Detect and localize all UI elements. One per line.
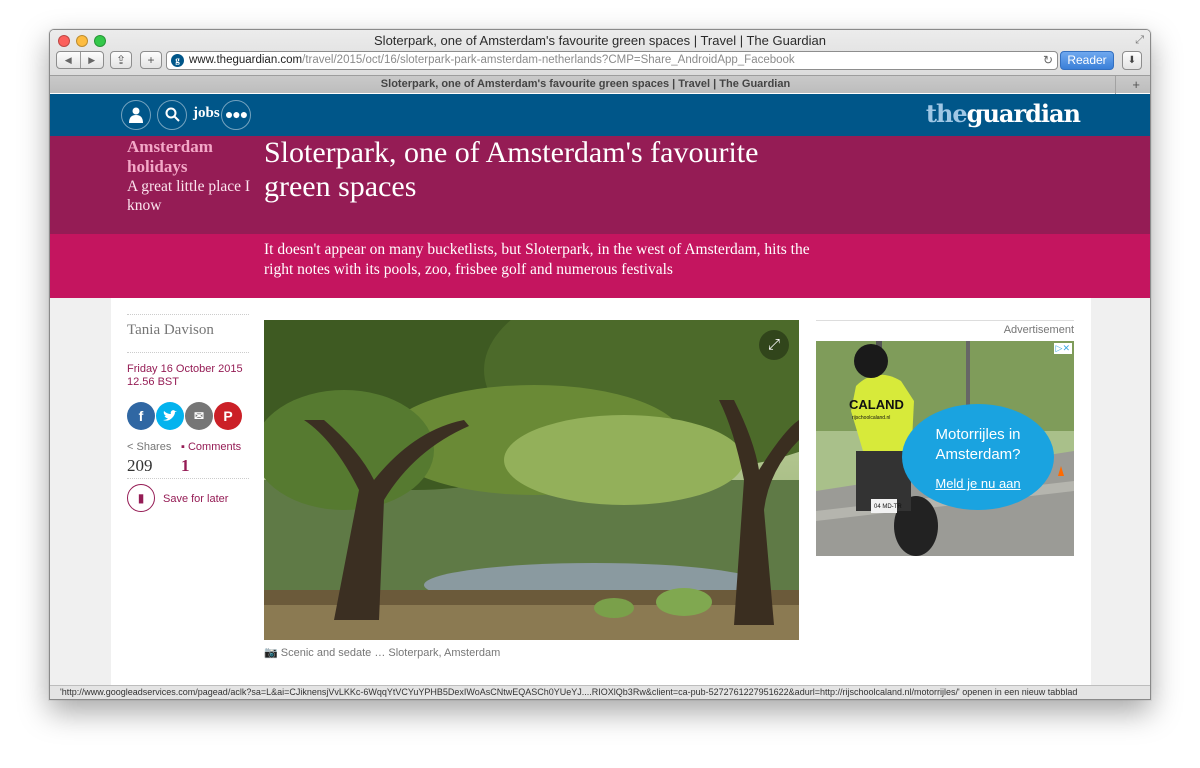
save-for-later-button[interactable]: Save for later: [163, 493, 228, 505]
comments-link[interactable]: ▪ Comments: [181, 441, 241, 453]
downloads-icon[interactable]: ⬇: [1122, 51, 1142, 70]
site-favicon-icon: g: [171, 54, 184, 67]
series-subtitle[interactable]: A great little place I know: [127, 177, 257, 215]
divider: [127, 352, 249, 353]
guardian-logo[interactable]: theguardian: [925, 99, 1081, 128]
new-tab-icon[interactable]: +: [1132, 76, 1140, 93]
publication-date: Friday 16 October 2015: [127, 363, 243, 375]
divider: [127, 314, 249, 315]
jobs-link[interactable]: jobs: [193, 105, 220, 122]
search-icon[interactable]: [157, 100, 187, 130]
svg-text:CALAND: CALAND: [849, 397, 904, 412]
ad-headline-2: Amsterdam?: [935, 446, 1021, 463]
address-bar[interactable]: g www.theguardian.com/travel/2015/oct/16…: [166, 51, 1058, 70]
logo-the: the: [925, 99, 968, 128]
adchoices-close-icon[interactable]: ▷✕: [1053, 343, 1072, 354]
user-icon[interactable]: [121, 100, 151, 130]
byline-author[interactable]: Tania Davison: [127, 322, 214, 339]
reader-button[interactable]: Reader: [1060, 51, 1114, 70]
forward-arrow-icon[interactable]: ▶: [81, 52, 104, 68]
reload-icon[interactable]: ↻: [1043, 52, 1053, 69]
shares-label: < Shares: [127, 441, 172, 453]
toolbar: ◀ ▶ ⇪ + g www.theguardian.com/travel/201…: [50, 51, 1150, 71]
status-bar: 'http://www.googleadservices.com/pagead/…: [50, 685, 1150, 699]
shares-count: 209: [127, 456, 153, 475]
email-share-icon[interactable]: ✉: [185, 402, 213, 430]
comments-count[interactable]: 1: [181, 456, 190, 476]
series-title[interactable]: Amsterdam holidays: [127, 137, 247, 177]
site-header: jobs ●●● theguardian: [50, 94, 1150, 136]
share-button[interactable]: ⇪: [110, 51, 132, 69]
advertisement-banner[interactable]: 04 MD-TR CALAND rijschoolcaland.nl ▷✕ Mo…: [816, 341, 1074, 556]
pinterest-share-icon[interactable]: P: [214, 402, 242, 430]
standfirst: It doesn't appear on many bucketlists, b…: [264, 241, 810, 278]
article-body: Tania Davison Friday 16 October 2015 12.…: [111, 298, 1091, 687]
web-page: jobs ●●● theguardian Amsterdam holidays …: [50, 94, 1150, 687]
main-image[interactable]: ⤢: [264, 320, 799, 640]
bookmark-icon[interactable]: ▮: [127, 484, 155, 512]
ad-bubble[interactable]: Motorrijles in Amsterdam? Meld je nu aan: [902, 404, 1054, 510]
twitter-share-icon[interactable]: [156, 402, 184, 430]
advertisement-label: Advertisement: [816, 320, 1074, 336]
url-path: /travel/2015/oct/16/sloterpark-park-amst…: [302, 54, 795, 66]
window-title: Sloterpark, one of Amsterdam's favourite…: [374, 33, 826, 48]
ad-cta-link[interactable]: Meld je nu aan: [902, 476, 1054, 491]
svg-text:rijschoolcaland.nl: rijschoolcaland.nl: [852, 415, 890, 421]
ad-headline-1: Motorrijles in: [935, 426, 1021, 443]
back-arrow-icon[interactable]: ◀: [57, 52, 81, 68]
svg-text:04 MD-TR: 04 MD-TR: [874, 504, 902, 510]
facebook-share-icon[interactable]: f: [127, 402, 155, 430]
browser-chrome: Sloterpark, one of Amsterdam's favourite…: [50, 30, 1150, 94]
url-host: www.theguardian.com: [189, 54, 303, 66]
tab-active[interactable]: Sloterpark, one of Amsterdam's favourite…: [56, 76, 1116, 94]
more-icon[interactable]: ●●●: [221, 100, 251, 130]
fullscreen-icon[interactable]: ⤢: [1135, 34, 1144, 47]
expand-icon[interactable]: ⤢: [759, 330, 789, 360]
tab-bar: Sloterpark, one of Amsterdam's favourite…: [50, 75, 1150, 94]
browser-window: Sloterpark, one of Amsterdam's favourite…: [49, 29, 1151, 700]
divider: [127, 478, 249, 479]
image-caption: 📷 Scenic and sedate … Sloterpark, Amster…: [264, 647, 501, 659]
publication-time: 12.56 BST: [127, 376, 179, 388]
logo-guardian: guardian: [966, 99, 1081, 128]
page-title: Sloterpark, one of Amsterdam's favourite…: [264, 136, 759, 203]
add-bookmark-button[interactable]: +: [140, 51, 162, 69]
back-forward-buttons: ◀ ▶: [56, 51, 104, 69]
